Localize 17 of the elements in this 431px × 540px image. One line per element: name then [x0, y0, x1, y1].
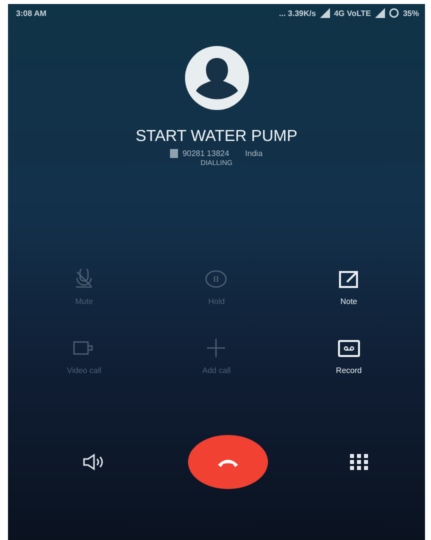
battery-level: 35%	[402, 8, 419, 18]
keypad-icon	[349, 453, 369, 471]
signal-icon	[374, 8, 385, 18]
network-type: 4G VoLTE	[334, 8, 371, 18]
network-speed: ... 3.39K/s	[279, 8, 316, 18]
note-icon	[336, 269, 361, 289]
location: India	[245, 149, 263, 158]
note-button[interactable]: Note	[334, 267, 363, 308]
tape-icon	[336, 338, 361, 358]
record-button[interactable]: Record	[334, 336, 364, 377]
contact-name: START WATER PUMP	[136, 128, 298, 146]
status-time: 3:08 AM	[16, 8, 46, 18]
speaker-icon	[82, 452, 106, 472]
avatar-icon	[184, 46, 248, 110]
phone-number: 90281 13824	[182, 149, 230, 158]
pause-icon	[204, 269, 228, 289]
signal-icon	[320, 8, 330, 18]
